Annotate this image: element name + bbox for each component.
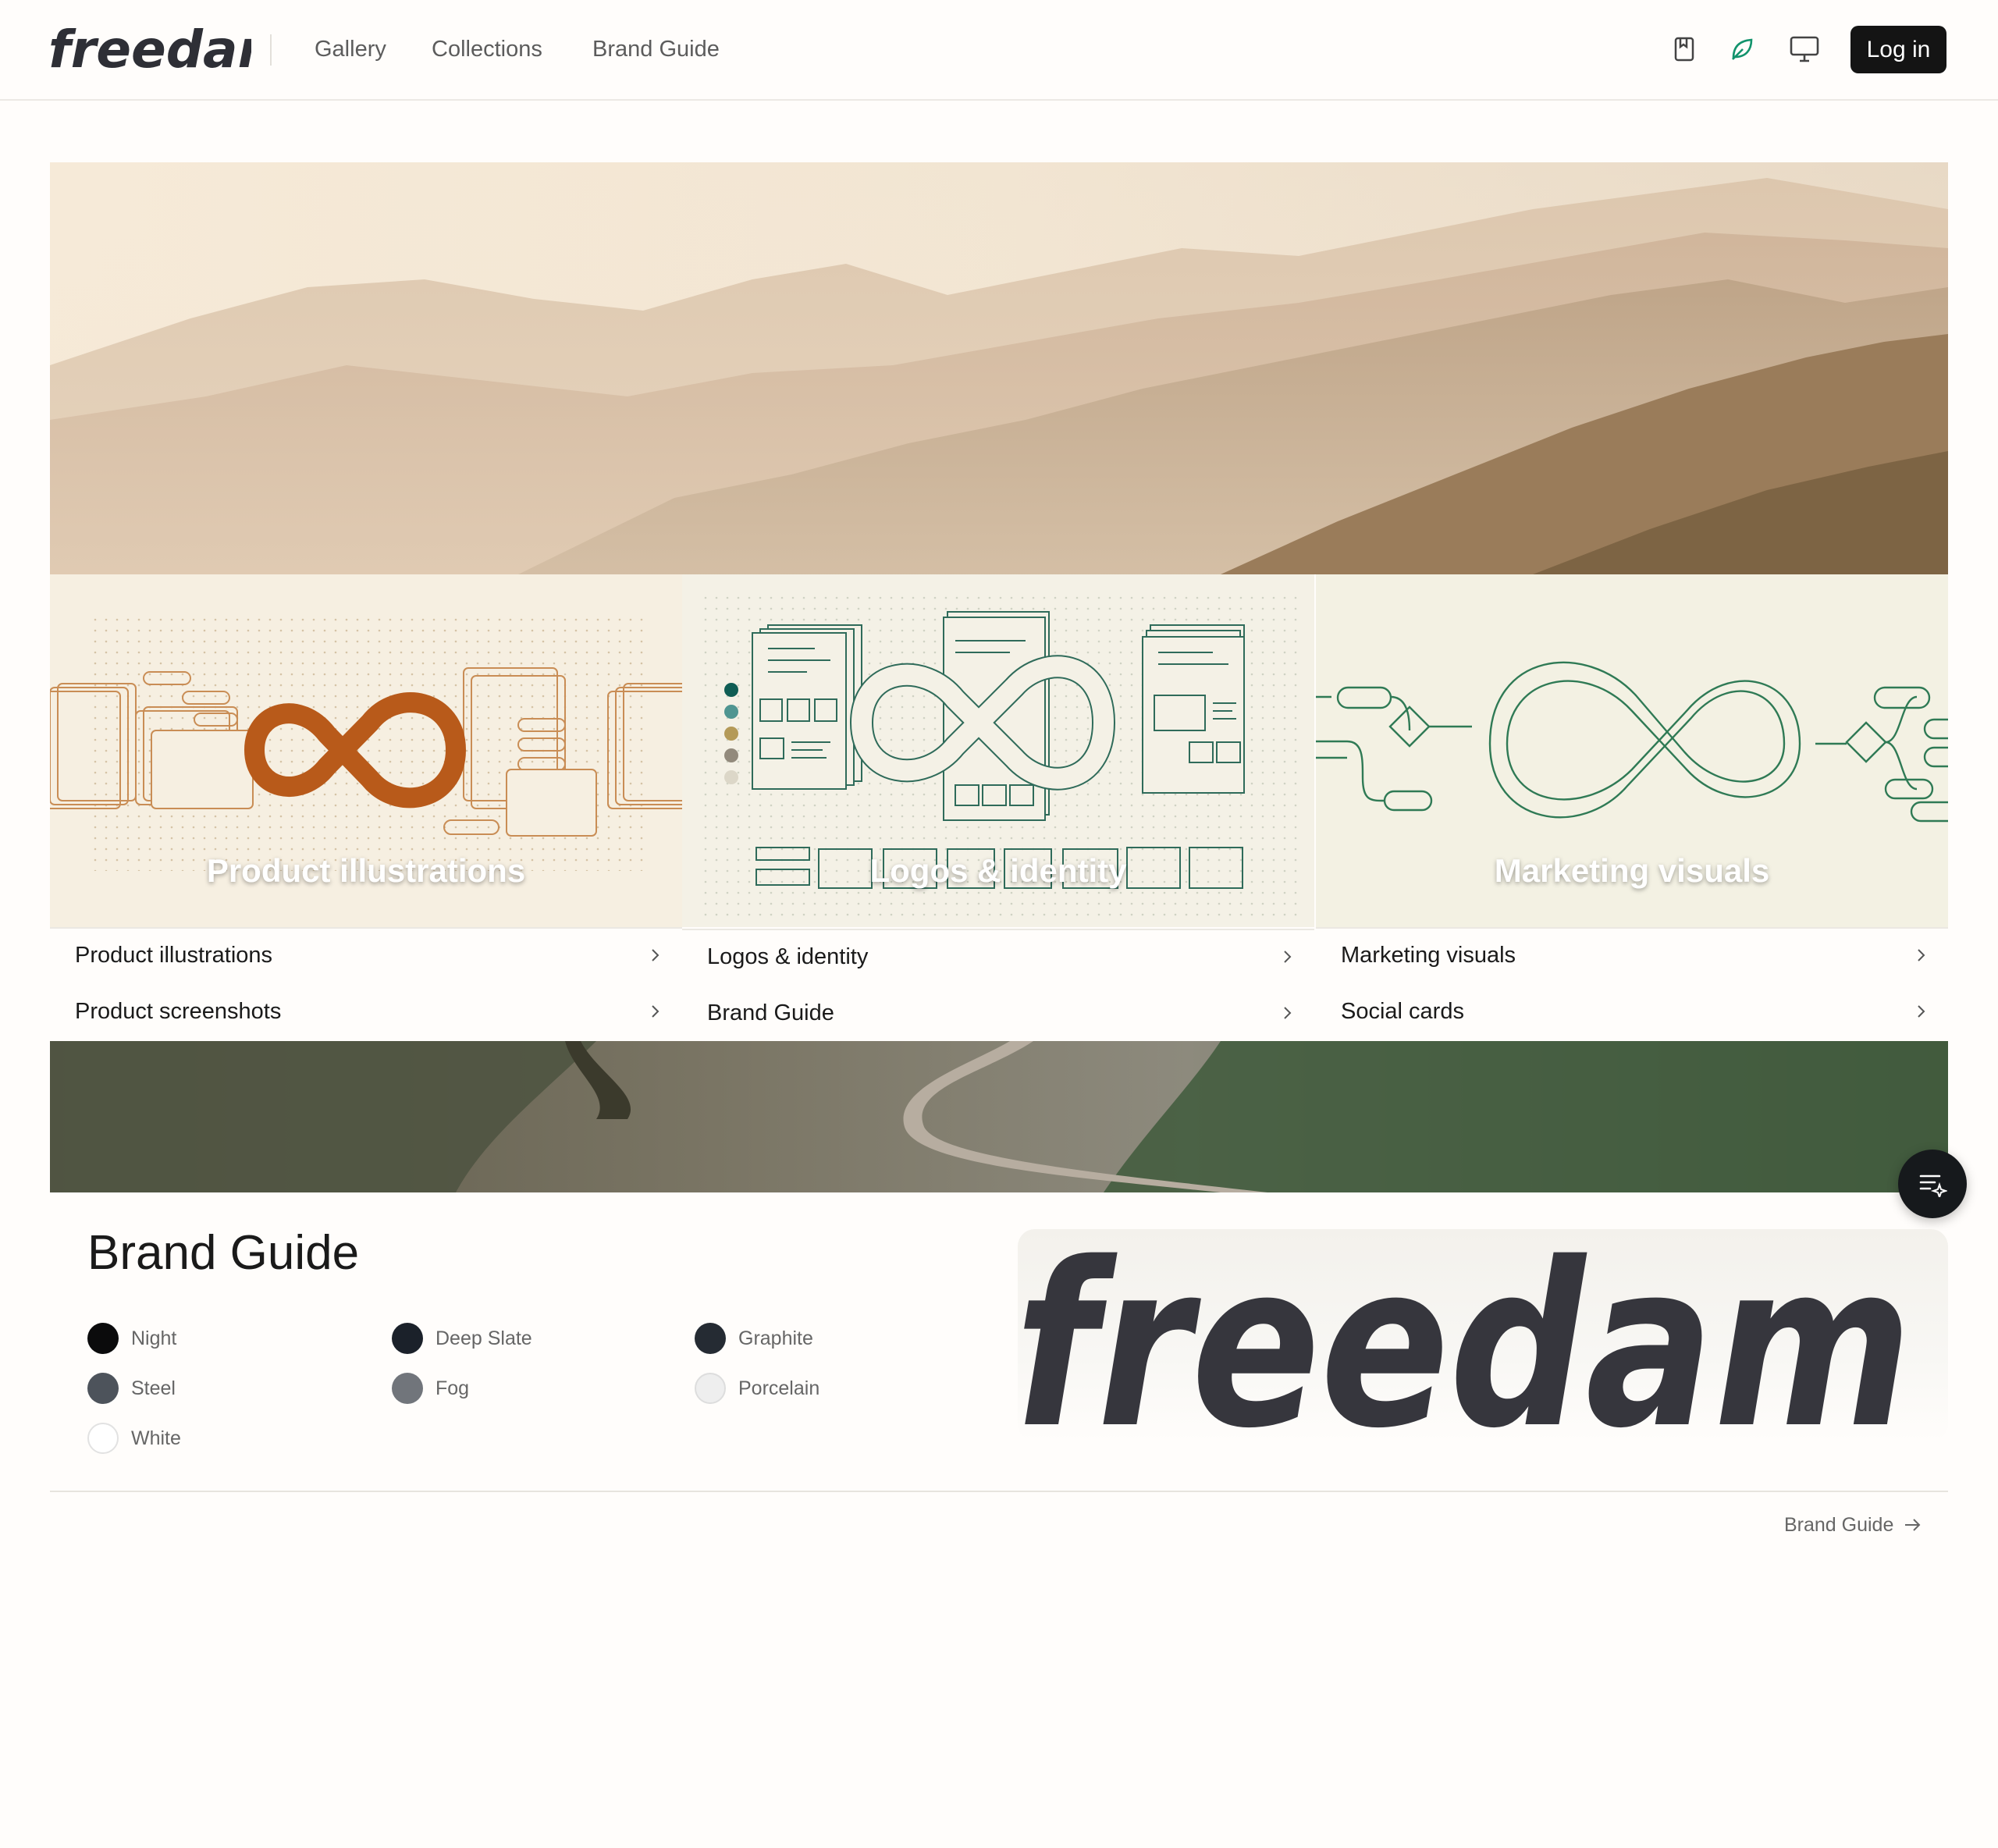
swatch-porcelain[interactable]: Porcelain: [695, 1371, 819, 1406]
link-label: Product screenshots: [75, 998, 282, 1024]
chevron-right-icon: [1918, 949, 1925, 961]
login-button[interactable]: Log in: [1850, 26, 1946, 73]
freedam-logo-mark: freedam: [48, 20, 291, 80]
nav-brand-guide[interactable]: Brand Guide: [592, 31, 720, 67]
card-links: Marketing visuals Social cards: [1316, 927, 1948, 1041]
color-dot: [695, 1323, 726, 1354]
link-logos-identity[interactable]: Logos & identity: [707, 933, 1296, 980]
link-label: Brand Guide: [707, 1000, 834, 1025]
section-divider: [50, 1491, 1948, 1492]
link-brand-guide[interactable]: Brand Guide: [707, 990, 1296, 1036]
card-links: Product illustrations Product screenshot…: [50, 927, 682, 1041]
card-title: Product illustrations: [206, 852, 526, 889]
monitor-icon[interactable]: [1786, 31, 1822, 67]
swatch-label: Night: [131, 1327, 177, 1349]
bookmark-icon[interactable]: [1666, 31, 1702, 67]
freedam-logo[interactable]: freedam: [48, 19, 291, 81]
nav-collections[interactable]: Collections: [432, 31, 542, 67]
arrow-right-icon: [1905, 1519, 1921, 1531]
card-logos-identity[interactable]: Logos & identity Logos & identity Brand …: [682, 574, 1314, 1043]
color-dot: [87, 1423, 119, 1454]
brand-guide-link[interactable]: Brand Guide: [1784, 1509, 1923, 1541]
color-dot: [695, 1373, 726, 1404]
top-navigation: freedam Gallery Collections Brand Guide …: [0, 0, 1998, 101]
assistant-fab-button[interactable]: [1898, 1150, 1967, 1218]
hero-mountain-image: [50, 162, 1948, 574]
link-social-cards[interactable]: Social cards: [1341, 988, 1929, 1035]
wordmark-preview: freedam: [1018, 1229, 1948, 1441]
color-dot: [392, 1323, 423, 1354]
swatch-fog[interactable]: Fog: [392, 1371, 469, 1406]
header-divider: [270, 34, 272, 66]
link-label: Product illustrations: [75, 942, 273, 968]
chevron-right-icon: [1284, 1007, 1292, 1019]
swatch-label: Fog: [436, 1377, 470, 1399]
brand-guide-title: Brand Guide: [87, 1226, 360, 1280]
swatch-steel[interactable]: Steel: [87, 1371, 176, 1406]
chevron-right-icon: [1284, 951, 1292, 963]
link-label: Logos & identity: [707, 944, 869, 969]
link-label: Social cards: [1341, 998, 1464, 1024]
link-label: Brand Guide: [1784, 1513, 1894, 1536]
landscape-road-image: [50, 1041, 1948, 1192]
swatch-deep-slate[interactable]: Deep Slate: [392, 1321, 532, 1356]
swatch-label: Steel: [131, 1377, 176, 1399]
freedam-wordmark: freedam: [1018, 1229, 1912, 1441]
svg-text:freedam: freedam: [1018, 1229, 1912, 1441]
card-product-illustrations[interactable]: Product illustrations Product illustrati…: [50, 574, 682, 1041]
swatch-graphite[interactable]: Graphite: [695, 1321, 813, 1356]
chevron-right-icon: [1918, 1005, 1925, 1018]
link-product-screenshots[interactable]: Product screenshots: [75, 988, 663, 1035]
chevron-right-icon: [652, 949, 659, 961]
chevron-right-icon: [652, 1005, 659, 1018]
swatch-night[interactable]: Night: [87, 1321, 176, 1356]
svg-text:freedam: freedam: [48, 20, 251, 80]
sparkle-list-icon: [1919, 1175, 1947, 1197]
card-title: Logos & identity: [869, 852, 1127, 889]
link-marketing-visuals[interactable]: Marketing visuals: [1341, 932, 1929, 979]
swatch-label: White: [131, 1427, 181, 1449]
link-product-illustrations[interactable]: Product illustrations: [75, 932, 663, 979]
card-title: Marketing visuals: [1494, 852, 1770, 889]
leaf-icon[interactable]: [1724, 31, 1760, 67]
card-links: Logos & identity Brand Guide: [682, 929, 1314, 1043]
swatch-label: Deep Slate: [436, 1327, 532, 1349]
nav-gallery[interactable]: Gallery: [315, 31, 386, 67]
link-label: Marketing visuals: [1341, 942, 1516, 968]
color-dot: [87, 1323, 119, 1354]
swatch-label: Graphite: [738, 1327, 813, 1349]
color-dot: [392, 1373, 423, 1404]
color-dot: [87, 1373, 119, 1404]
swatch-label: Porcelain: [738, 1377, 820, 1399]
swatch-white[interactable]: White: [87, 1421, 181, 1455]
card-marketing-visuals[interactable]: Marketing visuals Marketing visuals Soci…: [1316, 574, 1948, 1041]
